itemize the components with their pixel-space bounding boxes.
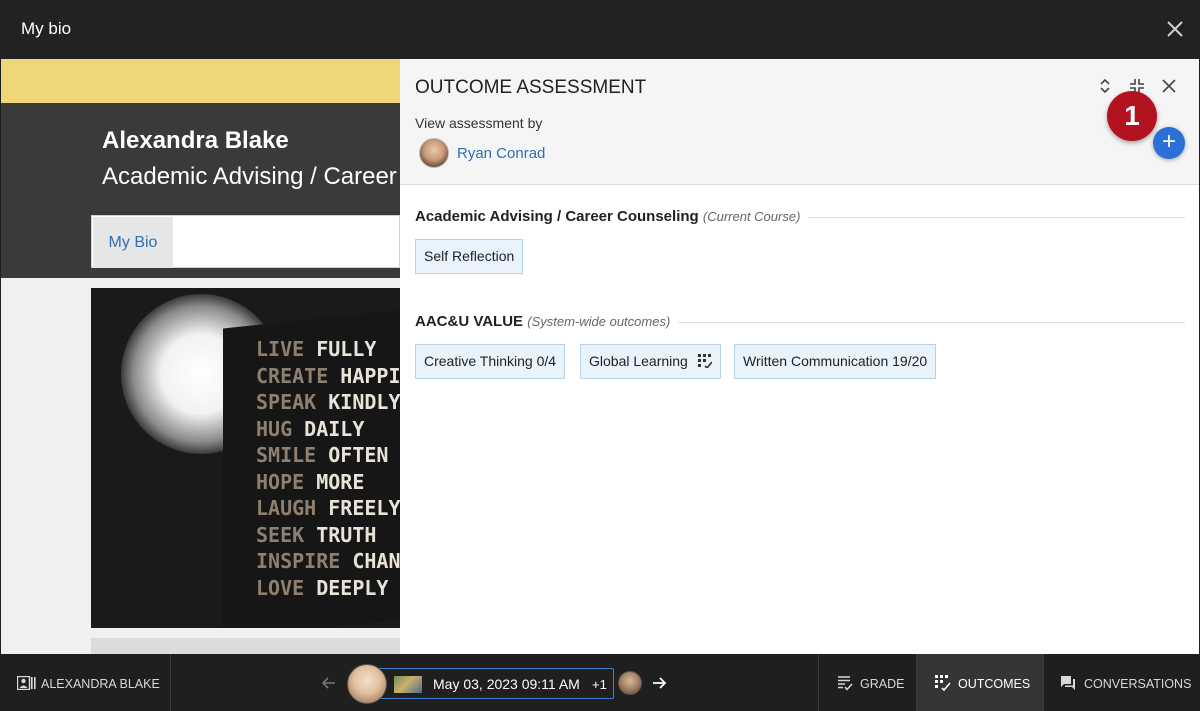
grade-icon: [838, 676, 853, 691]
photo-word: SMILE: [256, 443, 317, 467]
assessor-link[interactable]: Ryan Conrad: [457, 145, 545, 162]
conversations-icon: [1061, 676, 1075, 690]
student-selector[interactable]: ALEXANDRA BLAKE: [0, 654, 171, 711]
outcome-label: Written Communication: [743, 353, 889, 369]
section-name: AAC&U VALUE: [415, 313, 524, 330]
outcome-chip-self-reflection[interactable]: Self Reflection: [415, 239, 524, 274]
panel-title: OUTCOME ASSESSMENT: [415, 77, 647, 98]
expand-icon[interactable]: [1097, 78, 1113, 94]
view-by-label: View assessment by: [415, 115, 543, 131]
photo-word: LAUGH: [256, 496, 317, 520]
tab-label: CONVERSATIONS: [1084, 677, 1192, 691]
photo-word: HAPPIN: [340, 363, 400, 388]
student-name: Alexandra Blake: [102, 127, 289, 154]
bio-photo: LIVE FULLY CREATE HAPPIN SPEAK KINDLY HU…: [91, 288, 400, 628]
photo-word: MORE: [316, 469, 365, 494]
tab-grade[interactable]: GRADE: [818, 654, 916, 711]
photo-word: DAILY: [304, 416, 365, 441]
section-title: AAC&U VALUE (System-wide outcomes): [415, 313, 679, 330]
app-root: My bio Alexandra Blake Academic Advising…: [0, 0, 1200, 711]
photo-word: HUG: [256, 416, 293, 441]
submission-date: May 03, 2023 09:11 AM: [433, 676, 580, 692]
student-label: ALEXANDRA BLAKE: [41, 677, 160, 691]
notification-badge: 1: [1107, 91, 1157, 141]
photo-word: FREELY: [328, 496, 400, 520]
outcomes-grid-icon: [697, 354, 712, 368]
arrow-right-icon[interactable]: [651, 675, 667, 691]
outcome-label: Global Learning: [589, 353, 688, 369]
photo-word: FULLY: [316, 337, 377, 361]
photo-word: CREATE: [256, 363, 329, 388]
photo-word: CHANG: [352, 549, 400, 573]
photo-word: LIVE: [256, 337, 305, 361]
more-count: +1: [592, 677, 607, 692]
section-subtitle: (Current Course): [702, 209, 801, 224]
bottom-bar: ALEXANDRA BLAKE May 03, 2023 09:11 AM +1…: [0, 654, 1200, 711]
outcomes-icon: [935, 675, 951, 691]
outcome-label: Self Reflection: [424, 248, 515, 264]
photo-word: SEEK: [256, 522, 305, 547]
page-nav: My Bio: [91, 215, 400, 268]
tab-label: OUTCOMES: [958, 677, 1031, 691]
outcome-chip-global-learning[interactable]: Global Learning: [580, 344, 721, 379]
section-title: Academic Advising / Career Counseling (C…: [415, 208, 809, 225]
photo-word: TRUTH: [316, 522, 377, 547]
second-photo: [91, 638, 400, 654]
assessor-avatar: [419, 138, 449, 168]
outcome-chip-creative-thinking[interactable]: Creative Thinking 0/4: [415, 344, 566, 379]
bio-page: Alexandra Blake Academic Advising / Care…: [1, 59, 400, 654]
arrow-left-icon[interactable]: [321, 675, 337, 691]
photo-word: LOVE: [256, 575, 305, 600]
photo-word: OFTEN: [328, 443, 389, 467]
submission-thumbnail: [394, 676, 422, 693]
close-icon[interactable]: [1164, 18, 1186, 40]
tab-conversations[interactable]: CONVERSATIONS: [1043, 654, 1200, 711]
top-bar: My bio: [0, 0, 1200, 59]
banner: [1, 59, 400, 103]
outcome-chip-written-communication[interactable]: Written Communication 19/20: [734, 344, 937, 379]
photo-words: LIVE FULLY CREATE HAPPIN SPEAK KINDLY HU…: [256, 336, 400, 601]
section-subtitle: (System-wide outcomes): [527, 314, 671, 329]
outcome-label: Creative Thinking: [424, 353, 533, 369]
outcome-assessment-panel: OUTCOME ASSESSMENT View assessment by Ry…: [400, 59, 1199, 654]
photo-word: DEEPLY: [316, 575, 389, 600]
panel-header: OUTCOME ASSESSMENT View assessment by Ry…: [400, 59, 1199, 185]
tab-outcomes[interactable]: OUTCOMES: [916, 654, 1043, 711]
photo-word: SPEAK: [256, 390, 317, 414]
student-avatar: [347, 664, 387, 704]
outcome-score: 19/20: [892, 353, 928, 369]
add-assessment-button[interactable]: +: [1153, 127, 1185, 159]
section-name: Academic Advising / Career Counseling: [415, 208, 699, 225]
photo-word: HOPE: [256, 469, 305, 494]
tab-label: GRADE: [860, 677, 905, 691]
course-title: Academic Advising / Career Counseling: [102, 163, 400, 190]
tab-my-bio[interactable]: My Bio: [93, 217, 173, 268]
student-card-icon: [17, 676, 36, 690]
next-student-avatar[interactable]: [618, 671, 642, 695]
window-title: My bio: [21, 19, 72, 38]
close-icon[interactable]: [1161, 78, 1177, 94]
photo-word: INSPIRE: [256, 549, 341, 573]
photo-word: KINDLY: [328, 390, 400, 414]
outcome-score: 0/4: [536, 353, 557, 369]
